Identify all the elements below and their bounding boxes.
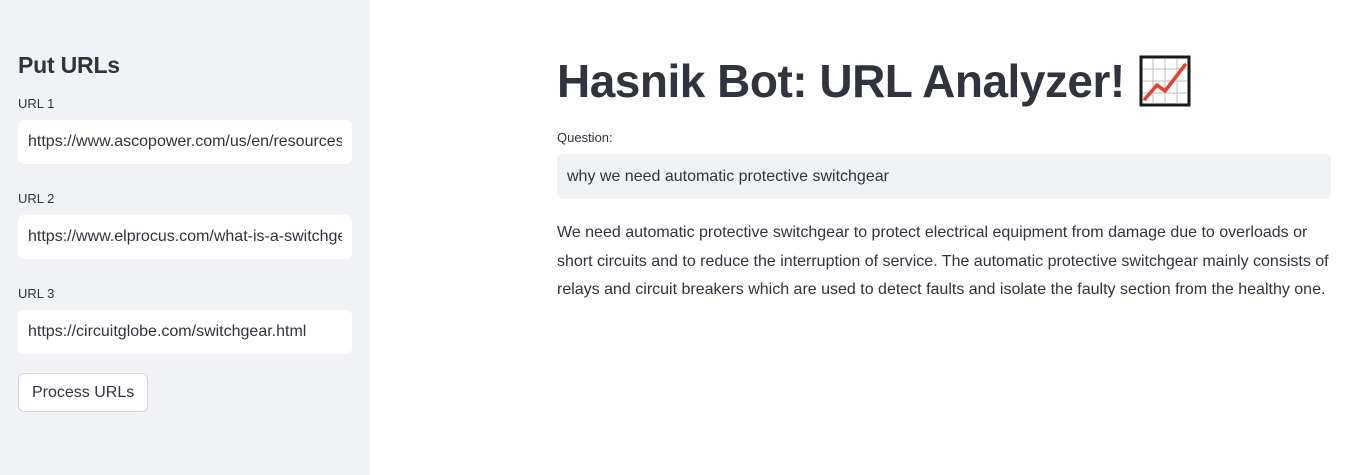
main-container: Hasnik Bot: URL Analyzer! Question: why … [557,50,1331,305]
app-root: Put URLs URL 1 URL 2 URL 3 Process URLs … [0,0,1357,475]
main-content: Hasnik Bot: URL Analyzer! Question: why … [370,0,1357,475]
sidebar: Put URLs URL 1 URL 2 URL 3 Process URLs [0,0,370,475]
page-title: Hasnik Bot: URL Analyzer! [557,50,1331,112]
answer-text: We need automatic protective switchgear … [557,224,1329,298]
chart-increasing-icon [1139,55,1191,107]
question-input[interactable] [557,154,1331,199]
url-1-input[interactable] [18,120,352,164]
process-urls-button[interactable]: Process URLs [18,373,149,412]
url-3-label: URL 3 [18,286,55,301]
url-3-input[interactable] [18,310,352,354]
url-2-input[interactable] [18,215,352,259]
page-title-text: Hasnik Bot: URL Analyzer! [557,55,1125,107]
question-label: Question: [557,130,613,145]
url-1-label: URL 1 [18,96,55,111]
url-2-label: URL 2 [18,191,55,206]
sidebar-title: Put URLs [18,52,120,78]
